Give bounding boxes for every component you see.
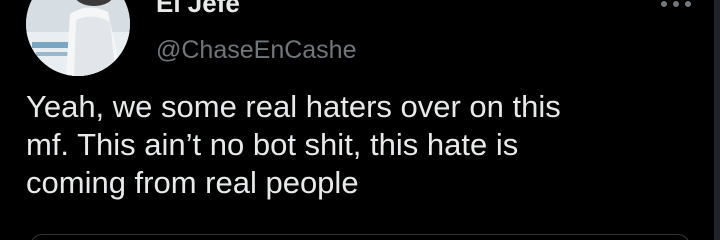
handle[interactable]: @ChaseEnCashe (156, 36, 357, 65)
more-options-icon[interactable] (656, 0, 696, 18)
media-card-edge[interactable] (30, 234, 690, 240)
tweet-text-line: Yeah, we some real haters over on this (26, 89, 561, 124)
tweet-text-line: mf. This ain’t no bot shit, this hate is (26, 127, 519, 162)
tweet-text: Yeah, we some real haters over on this m… (26, 88, 686, 202)
avatar[interactable] (26, 0, 130, 76)
tweet-card: El Jefe @ChaseEnCashe Yeah, we some real… (0, 0, 720, 240)
avatar-photo (26, 0, 130, 76)
tweet-text-line: coming from real people (26, 165, 359, 200)
display-name[interactable]: El Jefe (156, 0, 240, 19)
scrollbar[interactable] (714, 0, 720, 240)
